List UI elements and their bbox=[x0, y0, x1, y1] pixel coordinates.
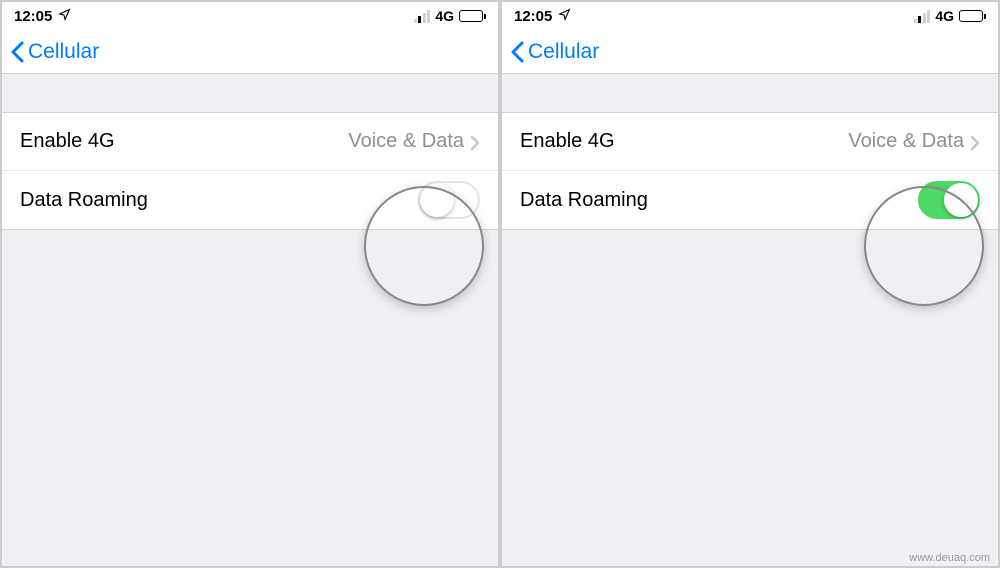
row-label: Data Roaming bbox=[520, 189, 648, 212]
row-value-text: Voice & Data bbox=[848, 130, 964, 153]
phone-screen-right: 12:05 4G Cellular bbox=[502, 2, 998, 566]
watermark: www.deuaq.com bbox=[909, 552, 990, 564]
row-label: Enable 4G bbox=[20, 130, 115, 153]
row-data-roaming: Data Roaming bbox=[502, 171, 998, 229]
data-roaming-toggle[interactable] bbox=[918, 181, 980, 219]
settings-group: Enable 4G Voice & Data Data Roaming bbox=[2, 112, 498, 230]
network-label: 4G bbox=[935, 8, 954, 24]
row-value-text: Voice & Data bbox=[348, 130, 464, 153]
location-icon bbox=[58, 8, 71, 25]
row-label: Enable 4G bbox=[520, 130, 615, 153]
data-roaming-toggle[interactable] bbox=[418, 181, 480, 219]
status-bar: 12:05 4G bbox=[502, 2, 998, 30]
chevron-left-icon bbox=[510, 41, 524, 63]
battery-icon bbox=[459, 10, 486, 22]
back-button[interactable]: Cellular bbox=[10, 40, 99, 64]
row-enable-4g[interactable]: Enable 4G Voice & Data bbox=[2, 113, 498, 171]
row-value: Voice & Data bbox=[348, 130, 480, 153]
section-spacer bbox=[2, 74, 498, 112]
back-button[interactable]: Cellular bbox=[510, 40, 599, 64]
signal-icon bbox=[414, 10, 431, 23]
row-label: Data Roaming bbox=[20, 189, 148, 212]
back-label: Cellular bbox=[528, 40, 599, 64]
chevron-left-icon bbox=[10, 41, 24, 63]
chevron-right-icon bbox=[970, 134, 980, 150]
signal-icon bbox=[914, 10, 931, 23]
network-label: 4G bbox=[435, 8, 454, 24]
row-enable-4g[interactable]: Enable 4G Voice & Data bbox=[502, 113, 998, 171]
location-icon bbox=[558, 8, 571, 25]
chevron-right-icon bbox=[470, 134, 480, 150]
toggle-knob bbox=[420, 183, 454, 217]
section-spacer bbox=[502, 74, 998, 112]
nav-bar: Cellular bbox=[502, 30, 998, 74]
row-data-roaming: Data Roaming bbox=[2, 171, 498, 229]
nav-bar: Cellular bbox=[2, 30, 498, 74]
settings-group: Enable 4G Voice & Data Data Roaming bbox=[502, 112, 998, 230]
toggle-knob bbox=[944, 183, 978, 217]
status-time: 12:05 bbox=[514, 8, 552, 25]
status-bar: 12:05 4G bbox=[2, 2, 498, 30]
phone-screen-left: 12:05 4G Cellular bbox=[2, 2, 498, 566]
battery-icon bbox=[959, 10, 986, 22]
row-value: Voice & Data bbox=[848, 130, 980, 153]
back-label: Cellular bbox=[28, 40, 99, 64]
status-time: 12:05 bbox=[14, 8, 52, 25]
